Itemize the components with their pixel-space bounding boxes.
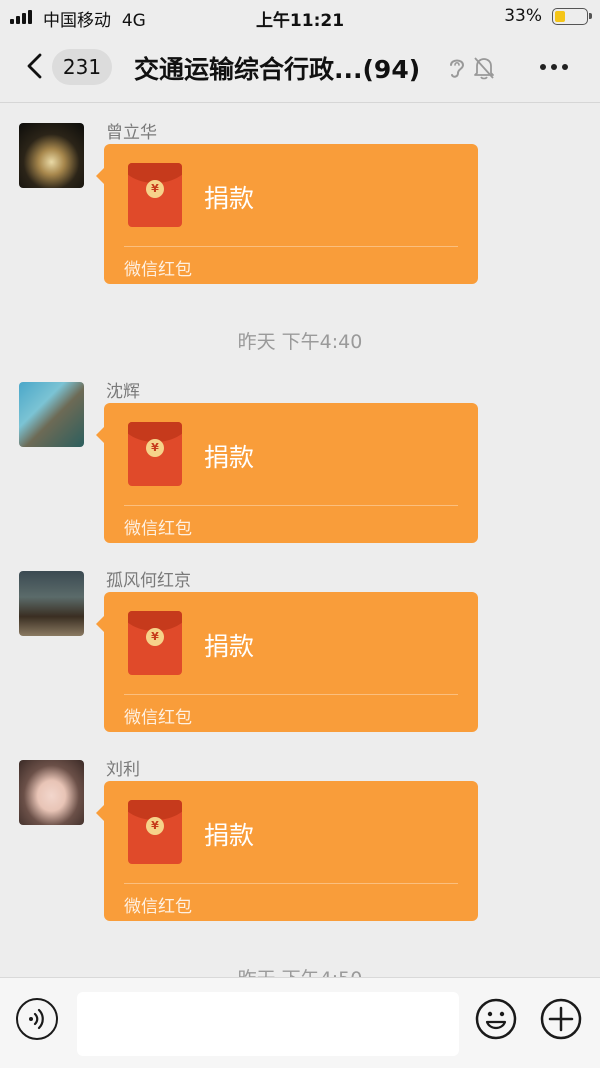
red-envelope-icon: ¥ [128, 422, 182, 486]
status-bar: 中国移动 4G 上午11:21 33% [0, 0, 600, 34]
battery-percentage: 33% [504, 6, 542, 26]
red-packet-bubble[interactable]: ¥ 捐款 微信红包 [96, 781, 478, 921]
red-envelope-icon: ¥ [128, 800, 182, 864]
avatar[interactable] [19, 571, 84, 636]
avatar[interactable] [19, 760, 84, 825]
packet-title: 捐款 [204, 184, 255, 213]
red-envelope-icon: ¥ [128, 163, 182, 227]
packet-footer: 微信红包 [124, 708, 192, 728]
divider [124, 246, 458, 247]
plus-icon[interactable] [540, 998, 582, 1040]
chat-header: 231 交通运输综合行政...(94) [0, 34, 600, 103]
battery-icon [552, 8, 592, 25]
input-bar [0, 977, 600, 1068]
voice-icon[interactable] [16, 998, 58, 1040]
chat-title: 交通运输综合行政...(94) [134, 55, 421, 84]
packet-title: 捐款 [204, 443, 255, 472]
red-packet-bubble[interactable]: ¥ 捐款 微信红包 [96, 592, 478, 732]
message-input[interactable] [77, 992, 459, 1056]
sender-name: 孤风何红京 [106, 571, 191, 591]
sender-name: 刘利 [106, 760, 140, 780]
sender-name: 曾立华 [106, 123, 157, 143]
unread-count-badge[interactable]: 231 [52, 49, 112, 85]
ear-icon [450, 59, 465, 78]
sender-name: 沈辉 [106, 382, 140, 402]
packet-title: 捐款 [204, 632, 255, 661]
packet-footer: 微信红包 [124, 519, 192, 539]
packet-title: 捐款 [204, 821, 255, 850]
avatar[interactable] [19, 123, 84, 188]
message-list[interactable]: 曾立华 ¥ 捐款 微信红包 昨天 下午4:40 沈辉 ¥ 捐款 微信红包 孤风何… [0, 103, 600, 977]
divider [124, 505, 458, 506]
avatar[interactable] [19, 382, 84, 447]
timestamp: 昨天 下午4:50 [0, 964, 600, 977]
more-icon[interactable] [538, 64, 570, 72]
packet-footer: 微信红包 [124, 260, 192, 280]
timestamp: 昨天 下午4:40 [237, 331, 363, 353]
packet-footer: 微信红包 [124, 897, 192, 917]
muted-bell-icon [474, 57, 494, 80]
red-envelope-icon: ¥ [128, 611, 182, 675]
red-packet-bubble[interactable]: ¥ 捐款 微信红包 [96, 403, 478, 543]
divider [124, 694, 458, 695]
emoji-icon[interactable] [475, 998, 517, 1040]
red-packet-bubble[interactable]: ¥ 捐款 微信红包 [96, 144, 478, 284]
chevron-left-icon[interactable] [22, 52, 50, 80]
divider [124, 883, 458, 884]
